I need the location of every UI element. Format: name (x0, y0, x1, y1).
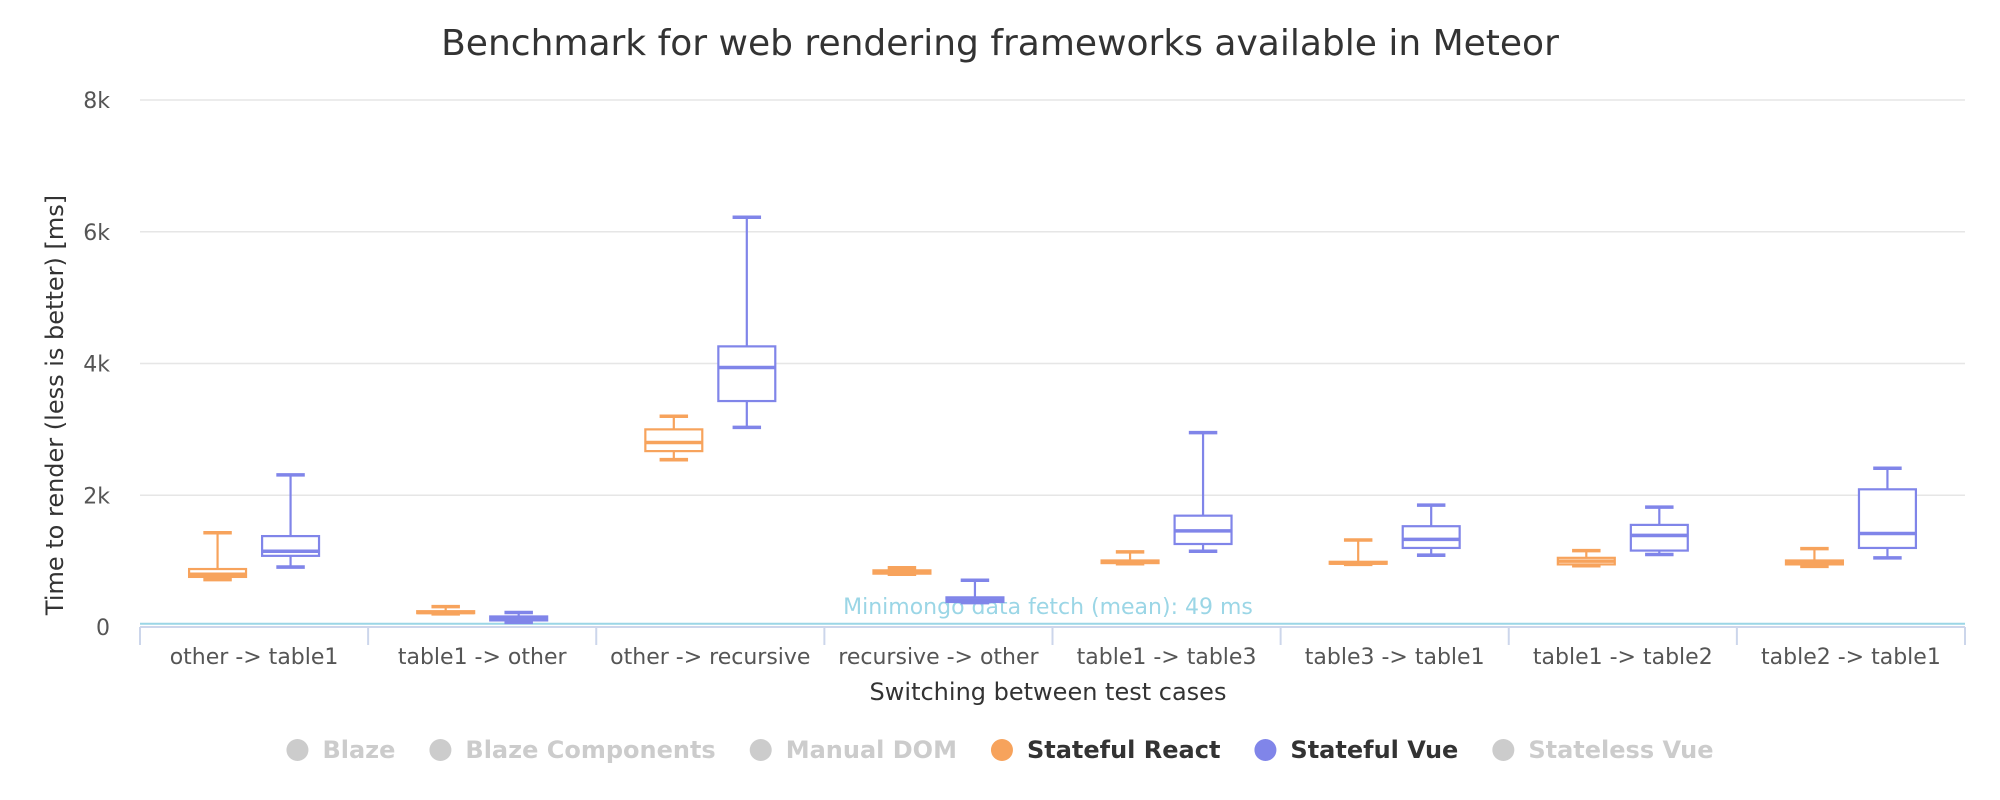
x-tick-label: table1 -> table3 (1077, 645, 1257, 670)
plot-line-label: Minimongo data fetch (mean): 49 ms (843, 595, 1253, 620)
box-plot-point[interactable] (1784, 546, 1845, 569)
x-tick-label: table1 -> table2 (1533, 645, 1713, 670)
legend-symbol (1492, 739, 1515, 761)
box-plot-point[interactable] (1173, 430, 1233, 554)
box-plot-point[interactable] (1401, 503, 1461, 557)
legend-label: Stateless Vue (1528, 736, 1713, 764)
legend-label: Blaze (322, 736, 395, 764)
box-plot-point[interactable] (260, 473, 321, 569)
legend-item[interactable]: Blaze (286, 736, 395, 764)
y-axis: 0 2k 4k 6k 8k (83, 89, 110, 641)
y-tick-label: 2k (83, 484, 110, 509)
y-tick-label: 6k (83, 221, 110, 246)
legend-label: Blaze Components (465, 736, 715, 764)
x-tick-label: table2 -> table1 (1761, 645, 1941, 670)
legend-symbol (990, 739, 1013, 761)
plot-line: Minimongo data fetch (mean): 49 ms (140, 595, 1965, 625)
legend-symbol (429, 739, 452, 761)
y-tick-label: 0 (96, 616, 110, 641)
legend-item[interactable]: Stateful React (990, 736, 1220, 764)
box-plot-point[interactable] (872, 565, 932, 577)
legend-label: Manual DOM (786, 736, 957, 764)
box-body (1857, 488, 1918, 550)
box-body (644, 428, 704, 453)
box-plot-point[interactable] (945, 578, 1005, 605)
box-body (717, 345, 777, 403)
legend-item[interactable]: Blaze Components (429, 736, 716, 764)
x-axis: other -> table1 table1 -> other other -> r… (139, 626, 1966, 670)
y-tick-label: 8k (83, 89, 110, 114)
box-plot-point[interactable] (1556, 548, 1616, 568)
x-tick-label: other -> table1 (170, 645, 339, 670)
legend-item[interactable]: Manual DOM (749, 736, 957, 764)
box-plot-point[interactable] (187, 531, 248, 582)
box-plot-point[interactable] (1328, 538, 1388, 567)
box-body (1401, 525, 1461, 550)
legend-label: Stateful Vue (1290, 736, 1458, 764)
grid-lines (140, 99, 1965, 496)
box-plots (187, 215, 1918, 625)
chart-canvas: Benchmark for web rendering frameworks a… (41, 23, 1966, 764)
legend-symbol (286, 739, 309, 761)
box-plot-point[interactable] (416, 604, 476, 616)
chart-title: Benchmark for web rendering frameworks a… (441, 23, 1559, 64)
box-plot-point[interactable] (644, 414, 704, 462)
x-tick-label: table3 -> table1 (1305, 645, 1485, 670)
y-axis-title: Time to render (less is better) [ms] (41, 195, 69, 616)
y-tick-label: 4k (83, 353, 110, 378)
x-tick-label: recursive -> other (838, 645, 1039, 670)
x-tick-label: table1 -> other (398, 645, 568, 670)
legend-symbol (749, 739, 772, 761)
box-plot-point[interactable] (1100, 550, 1160, 566)
box-plot-point[interactable] (717, 215, 777, 430)
box-plot-point[interactable] (1629, 505, 1689, 557)
legend-item[interactable]: Stateful Vue (1254, 736, 1458, 764)
x-tick-label: other -> recursive (610, 645, 810, 670)
legend-label: Stateful React (1027, 736, 1220, 764)
legend-symbol (1254, 739, 1277, 761)
box-plot-point[interactable] (1857, 466, 1918, 560)
benchmark-chart: Benchmark for web rendering frameworks a… (0, 0, 2000, 800)
x-axis-title: Switching between test cases (870, 678, 1227, 706)
legend: Blaze Blaze Components Manual DOM Stateful … (286, 736, 1714, 764)
box-body (1629, 523, 1689, 552)
box-plot-point[interactable] (489, 610, 549, 625)
legend-item[interactable]: Stateless Vue (1492, 736, 1714, 764)
